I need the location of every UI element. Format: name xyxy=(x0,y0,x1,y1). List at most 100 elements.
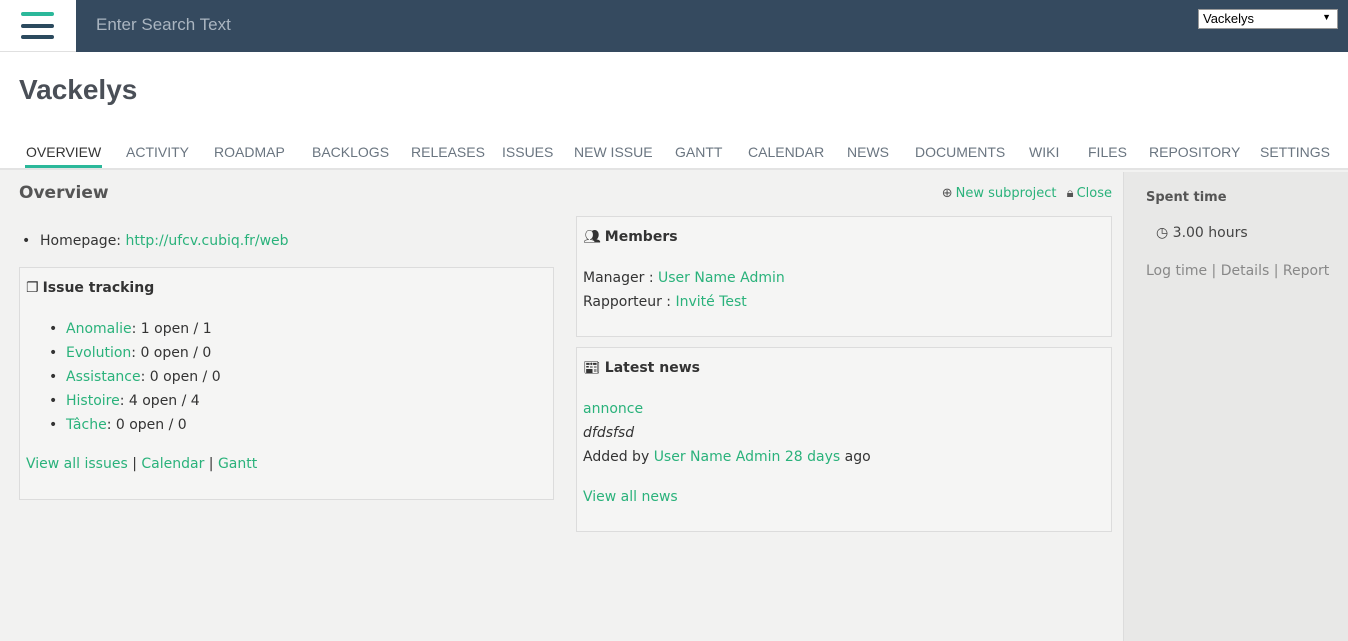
news-item-description: dfdsfsd xyxy=(583,425,635,441)
details-link[interactable]: Details xyxy=(1221,263,1270,279)
tab-new-issue[interactable]: NEW ISSUE xyxy=(573,144,654,168)
tab-settings[interactable]: SETTINGS xyxy=(1259,144,1331,168)
issue-links: View all issues | Calendar | Gantt xyxy=(26,456,257,472)
new-subproject-label: New subproject xyxy=(955,186,1057,201)
tracker-link-anomalie[interactable]: Anomalie xyxy=(66,321,132,337)
tracker-counts: : 0 open / 0 xyxy=(140,369,221,385)
tracker-link-tache[interactable]: Tâche xyxy=(66,417,107,433)
members-list: Manager : User Name Admin Rapporteur : I… xyxy=(583,270,785,318)
ago-label: ago xyxy=(844,449,871,465)
tab-repository[interactable]: REPOSITORY xyxy=(1148,144,1241,168)
news-item: annonce dfdsfsd Added by User Name Admin… xyxy=(583,401,871,513)
manager-link[interactable]: User Name Admin xyxy=(658,270,785,286)
tab-news[interactable]: NEWS xyxy=(846,144,890,168)
tab-issues[interactable]: ISSUES xyxy=(501,144,554,168)
spent-time-value: ◷ 3.00 hours xyxy=(1156,225,1248,241)
members-title: Members xyxy=(604,229,678,245)
project-select[interactable]: Vackelys ▼ xyxy=(1198,9,1338,29)
homepage-link[interactable]: http://ufcv.cubiq.fr/web xyxy=(125,233,288,249)
close-project-link[interactable]: 🔒︎ Close xyxy=(1067,186,1112,201)
separator: | xyxy=(132,456,137,472)
spent-time-heading: Spent time xyxy=(1146,190,1227,205)
menu-line-icon xyxy=(21,12,54,16)
tracker-counts: : 0 open / 0 xyxy=(131,345,212,361)
issue-tracking-box: ❐Issue tracking Anomalie: 1 open / 1 Evo… xyxy=(19,267,554,500)
news-heading: 📰︎ Latest news xyxy=(583,360,700,376)
tab-files[interactable]: FILES xyxy=(1087,144,1128,168)
menu-line-icon xyxy=(21,24,54,28)
clock-icon: ◷ xyxy=(1156,225,1169,241)
users-icon: 👥︎ xyxy=(583,229,601,245)
list-item: Assistance: 0 open / 0 xyxy=(49,368,221,392)
tracker-link-assistance[interactable]: Assistance xyxy=(66,369,141,385)
menu-line-icon xyxy=(21,35,54,39)
tab-releases[interactable]: RELEASES xyxy=(410,144,486,168)
gantt-link[interactable]: Gantt xyxy=(218,456,257,472)
manager-label: Manager : xyxy=(583,270,654,286)
members-box: 👥︎ Members Manager : User Name Admin Rapp… xyxy=(576,216,1112,337)
new-subproject-link[interactable]: ⊕ New subproject xyxy=(942,186,1057,201)
issue-tracking-title: Issue tracking xyxy=(42,280,155,296)
list-item: Anomalie: 1 open / 1 xyxy=(49,320,221,344)
issue-tracking-heading: ❐ Issue tracking xyxy=(26,280,154,296)
list-item: Histoire: 4 open / 4 xyxy=(49,392,221,416)
news-box: 📰︎ Latest news annonce dfdsfsd Added by U… xyxy=(576,347,1112,532)
members-heading: 👥︎ Members xyxy=(583,229,678,245)
tracker-counts: : 4 open / 4 xyxy=(119,393,200,409)
news-title: Latest news xyxy=(604,360,700,376)
sidebar: Spent time ◷ 3.00 hours Log time | Detai… xyxy=(1123,172,1348,641)
top-bar: Vackelys ▼ xyxy=(0,0,1348,52)
tracker-counts: : 0 open / 0 xyxy=(106,417,187,433)
log-time-link[interactable]: Log time xyxy=(1146,263,1207,279)
calendar-link[interactable]: Calendar xyxy=(141,456,204,472)
project-select-value: Vackelys xyxy=(1203,11,1255,26)
list-item: Tâche: 0 open / 0 xyxy=(49,416,221,440)
tab-roadmap[interactable]: ROADMAP xyxy=(213,144,286,168)
news-author-link[interactable]: User Name Admin xyxy=(654,449,781,465)
tab-wiki[interactable]: WIKI xyxy=(1028,144,1060,168)
tracker-counts: : 1 open / 1 xyxy=(131,321,212,337)
separator: | xyxy=(1211,263,1217,279)
separator: | xyxy=(1273,263,1279,279)
view-all-news-link[interactable]: View all news xyxy=(583,489,678,505)
separator: | xyxy=(208,456,214,472)
tab-documents[interactable]: DOCUMENTS xyxy=(914,144,1006,168)
lock-icon: 🔒︎ xyxy=(1066,186,1074,201)
tracker-link-evolution[interactable]: Evolution xyxy=(66,345,131,361)
tracker-link-histoire[interactable]: Histoire xyxy=(66,393,120,409)
contextual-actions: ⊕ New subproject 🔒︎ Close xyxy=(936,186,1112,201)
tracker-list: Anomalie: 1 open / 1 Evolution: 0 open /… xyxy=(49,320,221,440)
hamburger-menu-button[interactable] xyxy=(0,0,76,52)
bullet: • xyxy=(22,233,31,249)
plus-circle-icon: ⊕ xyxy=(941,186,953,201)
main-content: Overview ⊕ New subproject 🔒︎ Close • Homep… xyxy=(0,172,1123,641)
list-item: Evolution: 0 open / 0 xyxy=(49,344,221,368)
tab-overview[interactable]: OVERVIEW xyxy=(25,144,103,168)
view-all-issues-link[interactable]: View all issues xyxy=(26,456,128,472)
report-link[interactable]: Report xyxy=(1283,263,1329,279)
tab-gantt[interactable]: GANTT xyxy=(674,144,723,168)
spent-hours: 3.00 hours xyxy=(1172,225,1248,241)
page-title: Vackelys xyxy=(19,74,138,105)
homepage-item: • Homepage: http://ufcv.cubiq.fr/web xyxy=(22,233,289,249)
homepage-label: Homepage: xyxy=(40,233,122,249)
newspaper-icon: 📰︎ xyxy=(583,360,601,376)
tab-calendar[interactable]: CALENDAR xyxy=(747,144,825,168)
dropdown-arrow-icon: ▼ xyxy=(1322,12,1331,22)
member-row: Rapporteur : Invité Test xyxy=(583,294,785,318)
tab-backlogs[interactable]: BACKLOGS xyxy=(311,144,390,168)
spent-time-links: Log time | Details | Report xyxy=(1146,263,1329,279)
reporter-link[interactable]: Invité Test xyxy=(675,294,746,310)
added-by-label: Added by xyxy=(583,449,650,465)
overview-heading: Overview xyxy=(19,183,109,203)
tab-activity[interactable]: ACTIVITY xyxy=(125,144,190,168)
member-row: Manager : User Name Admin xyxy=(583,270,785,294)
close-project-label: Close xyxy=(1076,186,1112,201)
news-item-meta: Added by User Name Admin 28 days ago xyxy=(583,449,871,473)
search-input[interactable] xyxy=(96,13,696,37)
news-item-title-link[interactable]: annonce xyxy=(583,401,643,417)
issues-icon: ❐ xyxy=(26,280,39,296)
reporter-label: Rapporteur : xyxy=(583,294,671,310)
news-age-link[interactable]: 28 days xyxy=(785,449,840,465)
project-header: Vackelys OVERVIEW ACTIVITY ROADMAP BACKL… xyxy=(0,52,1348,170)
